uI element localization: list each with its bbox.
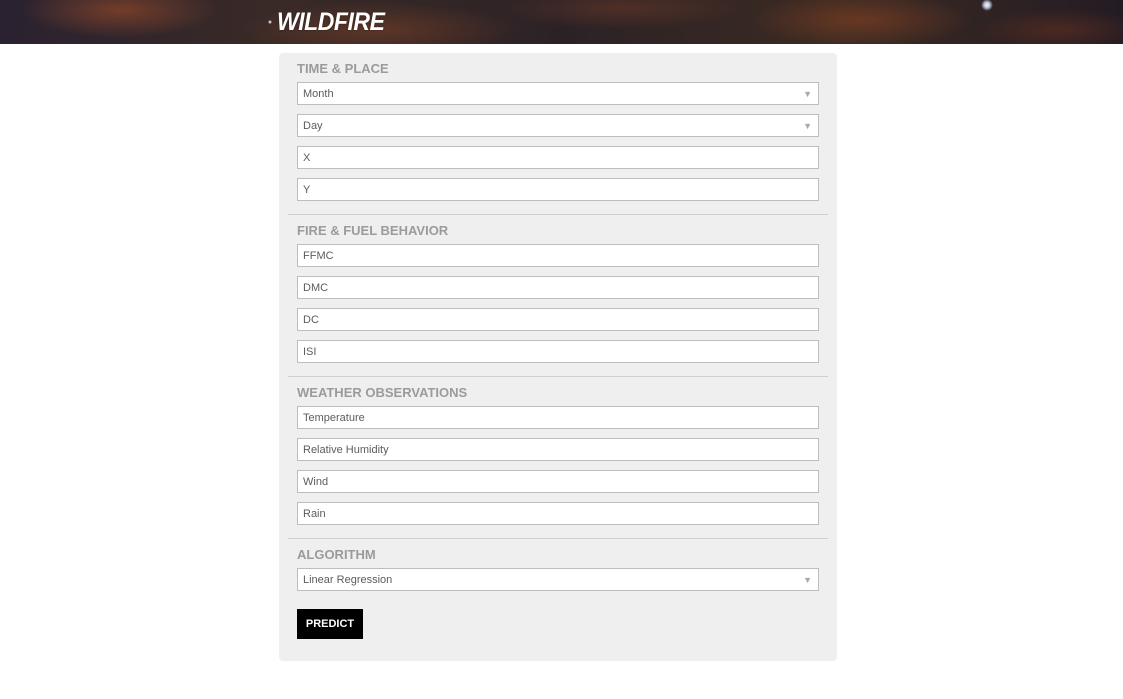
x-input[interactable]: X (297, 146, 819, 169)
day-select-value: Day (303, 119, 323, 132)
relative-humidity-input[interactable]: Relative Humidity (297, 438, 819, 461)
dc-input[interactable]: DC (297, 308, 819, 331)
isi-input[interactable]: ISI (297, 340, 819, 363)
star-glow-decoration (981, 0, 993, 11)
section-title-algorithm: ALGORITHM (297, 547, 376, 562)
month-select[interactable]: Month ▼ (297, 82, 819, 105)
caret-down-icon: ▼ (803, 575, 812, 585)
section-title-weather: WEATHER OBSERVATIONS (297, 385, 468, 400)
wind-input-placeholder: Wind (303, 475, 329, 488)
x-input-placeholder: X (303, 151, 311, 164)
rain-input-placeholder: Rain (303, 507, 326, 520)
header-banner: WILDFIRE (0, 0, 1123, 44)
wind-input[interactable]: Wind (297, 470, 819, 493)
isi-input-placeholder: ISI (303, 345, 317, 358)
rain-input[interactable]: Rain (297, 502, 819, 525)
algorithm-select[interactable]: Linear Regression ▼ (297, 568, 819, 591)
algorithm-select-value: Linear Regression (303, 573, 393, 586)
y-input[interactable]: Y (297, 178, 819, 201)
y-input-placeholder: Y (303, 183, 311, 196)
month-select-value: Month (303, 87, 334, 100)
ffmc-input[interactable]: FFMC (297, 244, 819, 267)
caret-down-icon: ▼ (803, 121, 812, 131)
predict-button[interactable]: PREDICT (297, 609, 363, 639)
section-divider (288, 214, 828, 215)
temperature-input[interactable]: Temperature (297, 406, 819, 429)
caret-down-icon: ▼ (803, 89, 812, 99)
dmc-input[interactable]: DMC (297, 276, 819, 299)
day-select[interactable]: Day ▼ (297, 114, 819, 137)
section-title-fire-fuel: FIRE & FUEL BEHAVIOR (297, 223, 449, 238)
prediction-form: TIME & PLACE Month ▼ Day ▼ X Y FIRE & FU… (279, 53, 837, 661)
dmc-input-placeholder: DMC (303, 281, 329, 294)
relative-humidity-input-placeholder: Relative Humidity (303, 443, 389, 456)
star-glow-decoration (268, 20, 272, 24)
section-title-time-place: TIME & PLACE (297, 61, 389, 76)
ffmc-input-placeholder: FFMC (303, 249, 334, 262)
section-divider (288, 538, 828, 539)
temperature-input-placeholder: Temperature (303, 411, 365, 424)
site-logo[interactable]: WILDFIRE (277, 4, 385, 40)
dc-input-placeholder: DC (303, 313, 319, 326)
section-divider (288, 376, 828, 377)
